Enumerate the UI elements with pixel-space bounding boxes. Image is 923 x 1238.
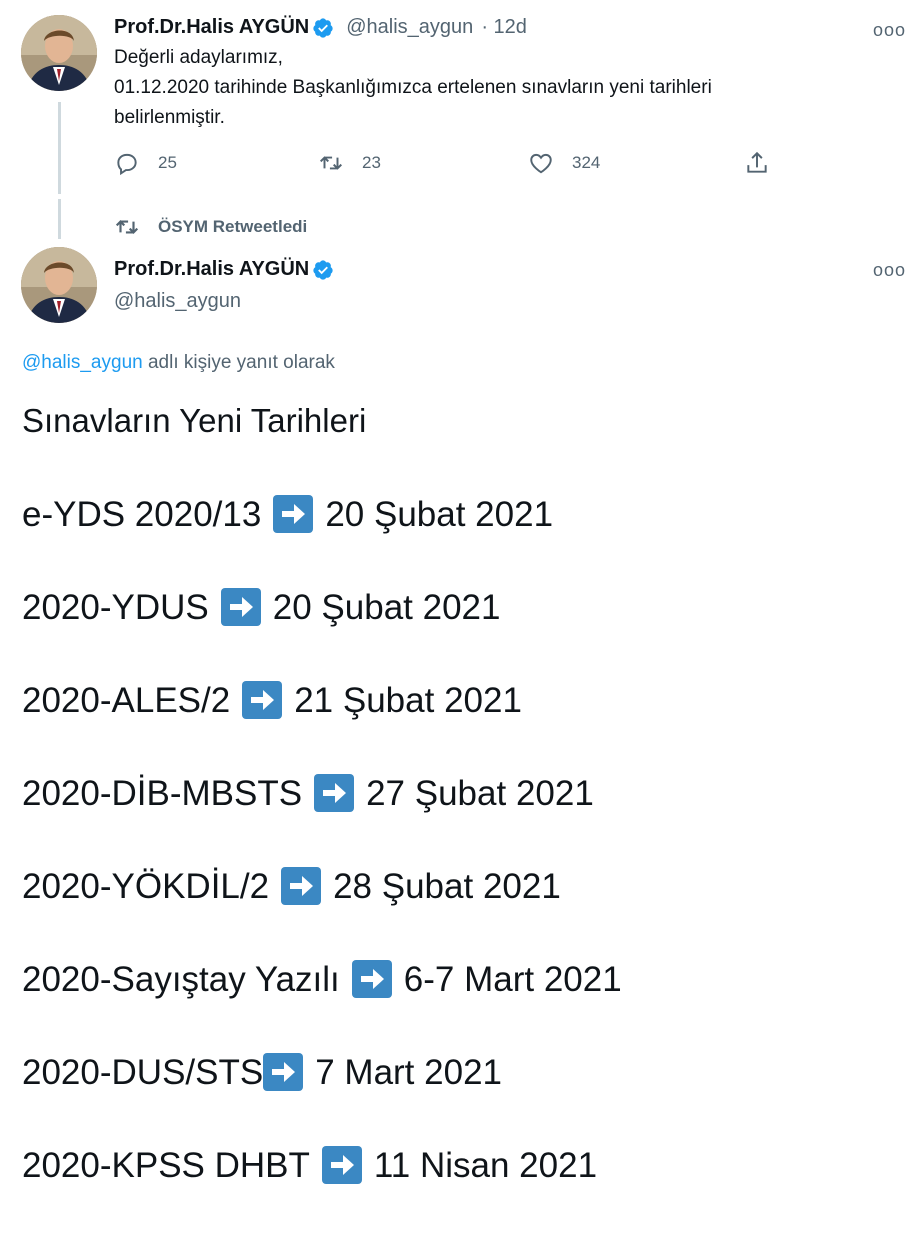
retweet-icon: [320, 156, 342, 170]
tweet-actions: 25 23 324: [114, 148, 794, 182]
tweet-text-line: belirlenmiştir.: [114, 107, 225, 128]
exam-row: 2020-Sayıştay Yazılı 6-7 Mart 2021: [22, 959, 912, 1052]
exam-name: 2020-Sayıştay Yazılı: [22, 960, 340, 999]
retweet-count: 23: [362, 153, 381, 172]
exam-date: 20 Şubat 2021: [272, 588, 501, 627]
avatar[interactable]: [21, 15, 97, 91]
tweet-text-line: Değerli adaylarımız,: [114, 47, 283, 68]
right-arrow-emoji-icon: [220, 588, 261, 626]
reply-icon: [117, 153, 137, 176]
exam-date: 7 Mart 2021: [315, 1053, 502, 1092]
reply-count: 25: [158, 153, 177, 172]
heart-icon: [530, 153, 552, 174]
right-arrow-emoji-icon: [242, 681, 283, 719]
retweet-notice[interactable]: ÖSYM Retweetledi: [114, 214, 307, 240]
author-handle[interactable]: @halis_aygun: [114, 290, 241, 313]
right-arrow-emoji-icon: [321, 1146, 362, 1184]
tweet-title: Sınavların Yeni Tarihleri: [22, 402, 367, 439]
avatar-image: [21, 15, 97, 91]
avatar[interactable]: [21, 247, 97, 323]
exam-name: e-YDS 2020/13: [22, 495, 262, 534]
tweet-age[interactable]: · 12d: [481, 16, 527, 39]
exam-date-list: e-YDS 2020/13 20 Şubat 2021 2020-YDUS 20…: [22, 494, 912, 1238]
share-button[interactable]: [744, 150, 788, 176]
exam-name: 2020-ALES/2: [22, 681, 231, 720]
right-arrow-emoji-icon: [281, 867, 322, 905]
exam-name: 2020-DUS/STS: [22, 1053, 264, 1092]
author-name[interactable]: Prof.Dr.Halis AYGÜN: [114, 258, 309, 281]
share-icon: [747, 151, 767, 173]
exam-row: e-YDS 2020/13 20 Şubat 2021: [22, 494, 912, 587]
reply-mention-link[interactable]: @halis_aygun: [22, 352, 143, 373]
exam-row: 2020-YÖKDİL/2 28 Şubat 2021: [22, 866, 912, 959]
tweet-text-line: 01.12.2020 tarihinde Başkanlığımızca ert…: [114, 77, 712, 98]
exam-name: 2020-YÖKDİL/2: [22, 867, 270, 906]
like-count: 324: [572, 153, 601, 172]
exam-name: 2020-YDUS: [22, 588, 209, 627]
exam-date: 20 Şubat 2021: [325, 495, 554, 534]
like-button[interactable]: 324: [528, 150, 600, 176]
avatar-image: [21, 247, 97, 323]
retweet-button[interactable]: 23: [318, 150, 381, 176]
right-arrow-emoji-icon: [351, 960, 392, 998]
exam-name: 2020-DİB-MBSTS: [22, 774, 303, 813]
tweet-header: Prof.Dr.Halis AYGÜN @halis_aygun · 12d: [114, 16, 527, 39]
tweet-header: Prof.Dr.Halis AYGÜN: [114, 258, 334, 281]
right-arrow-emoji-icon: [263, 1053, 304, 1091]
exam-row: 2020-DUS/STS 7 Mart 2021: [22, 1052, 912, 1145]
reply-context: @halis_aygun adlı kişiye yanıt olarak: [22, 352, 335, 374]
exam-name: 2020-KPSS DHBT: [22, 1146, 310, 1185]
tweet-text: Değerli adaylarımız, 01.12.2020 tarihind…: [114, 43, 874, 133]
reply-button[interactable]: 25: [114, 150, 177, 176]
author-handle[interactable]: @halis_aygun: [346, 16, 473, 39]
exam-date: 28 Şubat 2021: [333, 867, 561, 906]
right-arrow-emoji-icon: [273, 495, 314, 533]
retweet-icon: [115, 220, 139, 234]
thread-line: [58, 102, 61, 194]
exam-date: 27 Şubat 2021: [366, 774, 594, 813]
verified-badge-icon: [312, 259, 334, 281]
more-options-icon[interactable]: ooo: [873, 20, 906, 41]
verified-badge-icon: [312, 17, 334, 39]
more-options-icon[interactable]: ooo: [873, 260, 906, 281]
exam-date: 21 Şubat 2021: [294, 681, 522, 720]
exam-row: 2020-DİB-MBSTS 27 Şubat 2021: [22, 773, 912, 866]
exam-row: 2020-ALES/2 21 Şubat 2021: [22, 680, 912, 773]
retweet-notice-label: ÖSYM Retweetledi: [158, 217, 308, 236]
exam-date: 11 Nisan 2021: [373, 1146, 598, 1185]
author-name[interactable]: Prof.Dr.Halis AYGÜN: [114, 16, 309, 39]
thread-line-connector: [58, 199, 61, 239]
exam-row: 2020-KPSS DHBT 11 Nisan 2021: [22, 1145, 912, 1238]
reply-context-text: adlı kişiye yanıt olarak: [142, 352, 335, 373]
exam-row: 2020-YDUS 20 Şubat 2021: [22, 587, 912, 680]
exam-date: 6-7 Mart 2021: [403, 960, 622, 999]
tweet-handle-row: @halis_aygun: [114, 290, 241, 313]
right-arrow-emoji-icon: [314, 774, 355, 812]
